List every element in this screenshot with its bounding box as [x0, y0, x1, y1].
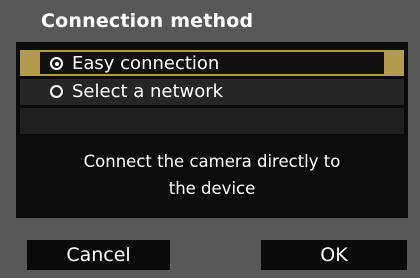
- cancel-button[interactable]: Cancel: [27, 240, 170, 270]
- option-label: Easy connection: [72, 53, 220, 74]
- ok-button[interactable]: OK: [261, 240, 407, 270]
- connection-method-screen: Connection method Easy connection Select…: [0, 0, 420, 278]
- option-easy-connection[interactable]: Easy connection: [20, 50, 404, 76]
- radio-selected-icon: [50, 57, 63, 70]
- option-description: Connect the camera directly to the devic…: [16, 148, 408, 202]
- page-title: Connection method: [41, 10, 254, 32]
- option-select-network[interactable]: Select a network: [20, 79, 404, 105]
- description-line: Connect the camera directly to: [83, 152, 341, 171]
- options-panel: Easy connection Select a network Connect…: [16, 42, 408, 218]
- description-line: the device: [168, 179, 256, 198]
- option-list: Easy connection Select a network: [20, 50, 404, 137]
- option-label: Select a network: [72, 81, 224, 102]
- option-empty-slot: [20, 108, 404, 134]
- radio-unselected-icon: [50, 85, 63, 98]
